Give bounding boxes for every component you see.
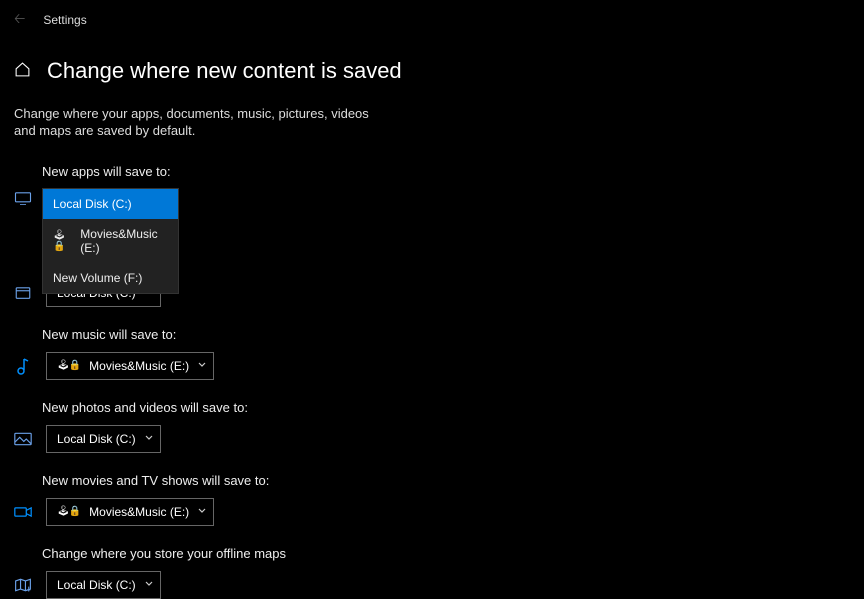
apps-label: New apps will save to: (42, 164, 864, 179)
movies-label: New movies and TV shows will save to: (42, 473, 864, 488)
chevron-down-icon (197, 505, 207, 519)
drive-decorator-icon: 🕹🔒 (57, 506, 80, 517)
drive-decorator-icon: 🕹🔒 (57, 360, 80, 371)
movies-icon (14, 503, 32, 521)
dropdown-option-movies-music[interactable]: 🕹🔒 Movies&Music (E:) (43, 219, 178, 263)
maps-label: Change where you store your offline maps (42, 546, 864, 561)
window-title: Settings (43, 13, 86, 27)
music-dropdown[interactable]: 🕹🔒 Movies&Music (E:) (46, 352, 214, 380)
music-icon (14, 357, 32, 375)
dropdown-option-new-volume[interactable]: New Volume (F:) (43, 263, 178, 293)
page-description: Change where your apps, documents, music… (0, 92, 400, 140)
chevron-down-icon (144, 578, 154, 592)
apps-icon (14, 189, 32, 207)
documents-icon (14, 284, 32, 302)
apps-dropdown-list: Local Disk (C:) 🕹🔒 Movies&Music (E:) New… (42, 188, 179, 294)
home-icon (14, 61, 31, 81)
page-title: Change where new content is saved (47, 58, 402, 84)
chevron-down-icon (197, 359, 207, 373)
dropdown-option-local-c[interactable]: Local Disk (C:) (43, 189, 178, 219)
music-label: New music will save to: (42, 327, 864, 342)
back-button[interactable]: 🡠 (14, 8, 25, 32)
maps-dropdown[interactable]: Local Disk (C:) (46, 571, 161, 599)
photos-dropdown[interactable]: Local Disk (C:) (46, 425, 161, 453)
maps-icon (14, 576, 32, 594)
movies-dropdown[interactable]: 🕹🔒 Movies&Music (E:) (46, 498, 214, 526)
photos-icon (14, 430, 32, 448)
photos-label: New photos and videos will save to: (42, 400, 864, 415)
chevron-down-icon (144, 432, 154, 446)
drive-decorator-icon: 🕹🔒 (53, 230, 73, 252)
